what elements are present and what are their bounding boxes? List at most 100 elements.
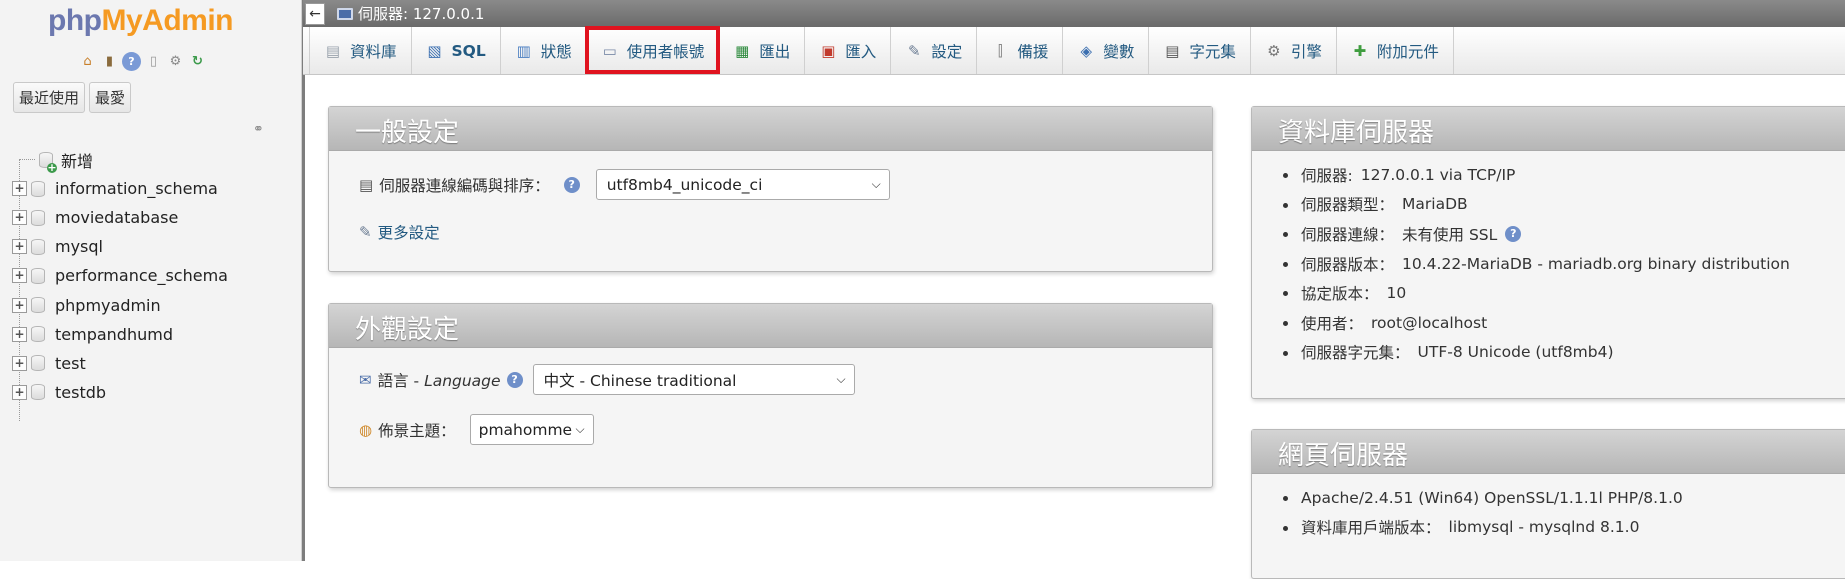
more-settings-row[interactable]: ✎ 更多設定 <box>359 221 440 243</box>
logo-admin-text: Admin <box>142 4 233 37</box>
info-item: 伺服器類型： MariaDB <box>1279 190 1790 220</box>
navigation-sidebar: phpMyAdmin ⌂ ▮ ? ▯ ⚙ ↻ 最近使用 最愛 ⚭ 新增 + inf… <box>0 0 302 561</box>
help-icon[interactable]: ? <box>1505 225 1522 242</box>
tree-item-database[interactable]: + performance_schema <box>12 261 297 290</box>
logo-my-text: My <box>101 4 143 37</box>
tree-item-database[interactable]: + phpmyadmin <box>12 290 297 319</box>
language-row: ✉ 語言 - Language ? 中文 - Chinese tradition… <box>359 364 855 395</box>
theme-value: pmahomme <box>478 420 573 439</box>
engine-icon: ⚙ <box>1267 41 1281 60</box>
help-icon[interactable]: ? <box>563 176 580 193</box>
tab-plugin[interactable]: ✚ 附加元件 <box>1337 27 1454 74</box>
tree-stub <box>20 159 35 161</box>
info-label: Apache/2.4.51 (Win64) OpenSSL/1.1.1l PHP… <box>1301 488 1683 507</box>
logo-php-text: php <box>48 4 102 37</box>
collation-label: 伺服器連線編碼與排序： <box>379 176 550 195</box>
expand-icon[interactable]: + <box>12 239 27 255</box>
tree-item-label: information_schema <box>55 179 218 199</box>
database-icon <box>31 297 45 314</box>
phpmyadmin-logo[interactable]: phpMyAdmin <box>48 4 233 38</box>
info-label: 伺服器字元集： <box>1301 344 1410 363</box>
database-icon <box>31 238 45 255</box>
database-icon <box>31 355 45 372</box>
home-icon[interactable]: ⌂ <box>78 52 97 71</box>
expand-icon[interactable]: + <box>12 297 27 313</box>
tree-item-database[interactable]: + tempandhumd <box>12 320 297 349</box>
expand-icon[interactable]: + <box>12 355 27 371</box>
database-server-panel: 資料庫伺服器 伺服器: 127.0.0.1 via TCP/IP 伺服器類型： Mar… <box>1251 106 1845 399</box>
status-icon: ▥ <box>516 41 531 60</box>
help-icon[interactable]: ? <box>122 52 141 71</box>
link-with-main-panel-icon[interactable]: ⚭ <box>253 122 264 137</box>
tab-label: 附加元件 <box>1376 42 1439 61</box>
tab-engine[interactable]: ⚙ 引擎 <box>1251 27 1337 74</box>
language-separator: - <box>413 371 420 390</box>
appearance-settings-panel: 外觀設定 ✉ 語言 - Language ? 中文 - Chinese trad… <box>328 303 1213 488</box>
database-icon <box>31 384 45 401</box>
panel-title: 外觀設定 <box>329 304 1212 348</box>
breadcrumb-server-label: 伺服器: 127.0.0.1 <box>358 5 485 23</box>
info-item: 伺服器連線： 未有使用 SSL? <box>1279 219 1790 249</box>
tab-charset[interactable]: ▤ 字元集 <box>1149 27 1251 74</box>
tab-wrench[interactable]: ✎ 設定 <box>891 27 978 74</box>
sidebar-resize-handle[interactable] <box>302 0 305 561</box>
tab-users[interactable]: ▭ 使用者帳號 <box>584 26 720 74</box>
docs-icon[interactable]: ▯ <box>144 52 163 71</box>
tree-item-database[interactable]: + information_schema <box>12 174 297 203</box>
chevron-down-icon: ⌵ <box>836 372 846 386</box>
wrench-icon: ✎ <box>908 41 921 60</box>
expand-icon[interactable]: + <box>12 181 27 197</box>
info-item: 伺服器字元集： UTF-8 Unicode (utf8mb4) <box>1279 338 1790 368</box>
language-select[interactable]: 中文 - Chinese traditional ⌵ <box>532 364 855 395</box>
expand-icon[interactable]: + <box>12 326 27 342</box>
tab-import[interactable]: ▣ 匯入 <box>805 27 892 74</box>
tree-item-label: performance_schema <box>55 266 228 286</box>
tab-label: 備援 <box>1017 42 1049 61</box>
reload-icon[interactable]: ↻ <box>188 52 207 71</box>
language-label-group: 語言 - Language <box>378 369 501 391</box>
tab-replication[interactable]: ⫿ 備援 <box>977 27 1064 74</box>
tab-status[interactable]: ▥ 狀態 <box>501 27 587 74</box>
tree-item-new[interactable]: 新增 <box>12 145 297 174</box>
more-settings-link[interactable]: 更多設定 <box>378 221 440 243</box>
tab-label: SQL <box>451 41 486 60</box>
tab-label: 匯入 <box>845 42 877 61</box>
tree-item-database[interactable]: + mysql <box>12 232 297 261</box>
breadcrumb[interactable]: 伺服器: 127.0.0.1 <box>337 3 484 24</box>
collation-select[interactable]: utf8mb4_unicode_ci ⌵ <box>595 169 890 200</box>
tab-variables[interactable]: ◈ 變數 <box>1063 27 1150 74</box>
collapse-sidebar-button[interactable]: ← <box>305 2 325 25</box>
tab-database[interactable]: ▤ 資料庫 <box>309 27 412 74</box>
expand-icon[interactable]: + <box>12 384 27 400</box>
info-value: root@localhost <box>1371 313 1488 332</box>
tree-item-label: 新增 <box>61 151 94 171</box>
tree-item-database[interactable]: + moviedatabase <box>12 203 297 232</box>
tab-label: 字元集 <box>1189 42 1236 61</box>
expand-icon[interactable]: + <box>12 210 27 226</box>
wrench-icon: ✎ <box>359 223 372 241</box>
favorites-button[interactable]: 最愛 <box>89 82 132 113</box>
info-value: MariaDB <box>1402 195 1468 214</box>
expand-icon[interactable]: + <box>12 268 27 284</box>
database-tree: 新增 + information_schema + moviedatabase + mys… <box>12 145 297 421</box>
exit-icon[interactable]: ▮ <box>100 52 119 71</box>
recent-button[interactable]: 最近使用 <box>13 82 86 113</box>
theme-select[interactable]: pmahomme ⌵ <box>469 414 594 445</box>
help-icon[interactable]: ? <box>506 371 523 388</box>
main-tabs: ▤ 資料庫 ▧ SQL ▥ 狀態 ▭ 使用者帳號 ▦ 匯出 ▣ 匯入 ✎ 設定 ⫿ 備援 ◈ 變數 ▤ 字元集 ⚙ 引擎 ✚… <box>303 26 1845 75</box>
collation-icon: ▤ <box>359 175 374 194</box>
info-item: 伺服器: 127.0.0.1 via TCP/IP <box>1279 160 1790 190</box>
sql-icon: ▧ <box>427 41 442 60</box>
tree-item-database[interactable]: + testdb <box>12 378 297 407</box>
language-label-en: Language <box>424 371 501 390</box>
tab-export[interactable]: ▦ 匯出 <box>719 27 806 74</box>
language-value: 中文 - Chinese traditional <box>543 371 737 390</box>
database-icon: ▤ <box>325 41 341 60</box>
tab-label: 匯出 <box>759 42 791 61</box>
info-item: Apache/2.4.51 (Win64) OpenSSL/1.1.1l PHP… <box>1279 483 1683 513</box>
database-server-info-list: 伺服器: 127.0.0.1 via TCP/IP 伺服器類型： MariaDB 伺服器… <box>1279 160 1790 367</box>
tree-item-database[interactable]: + test <box>12 349 297 378</box>
settings-icon[interactable]: ⚙ <box>166 52 185 71</box>
palette-icon: ◍ <box>359 420 373 439</box>
tab-sql[interactable]: ▧ SQL <box>412 27 501 74</box>
